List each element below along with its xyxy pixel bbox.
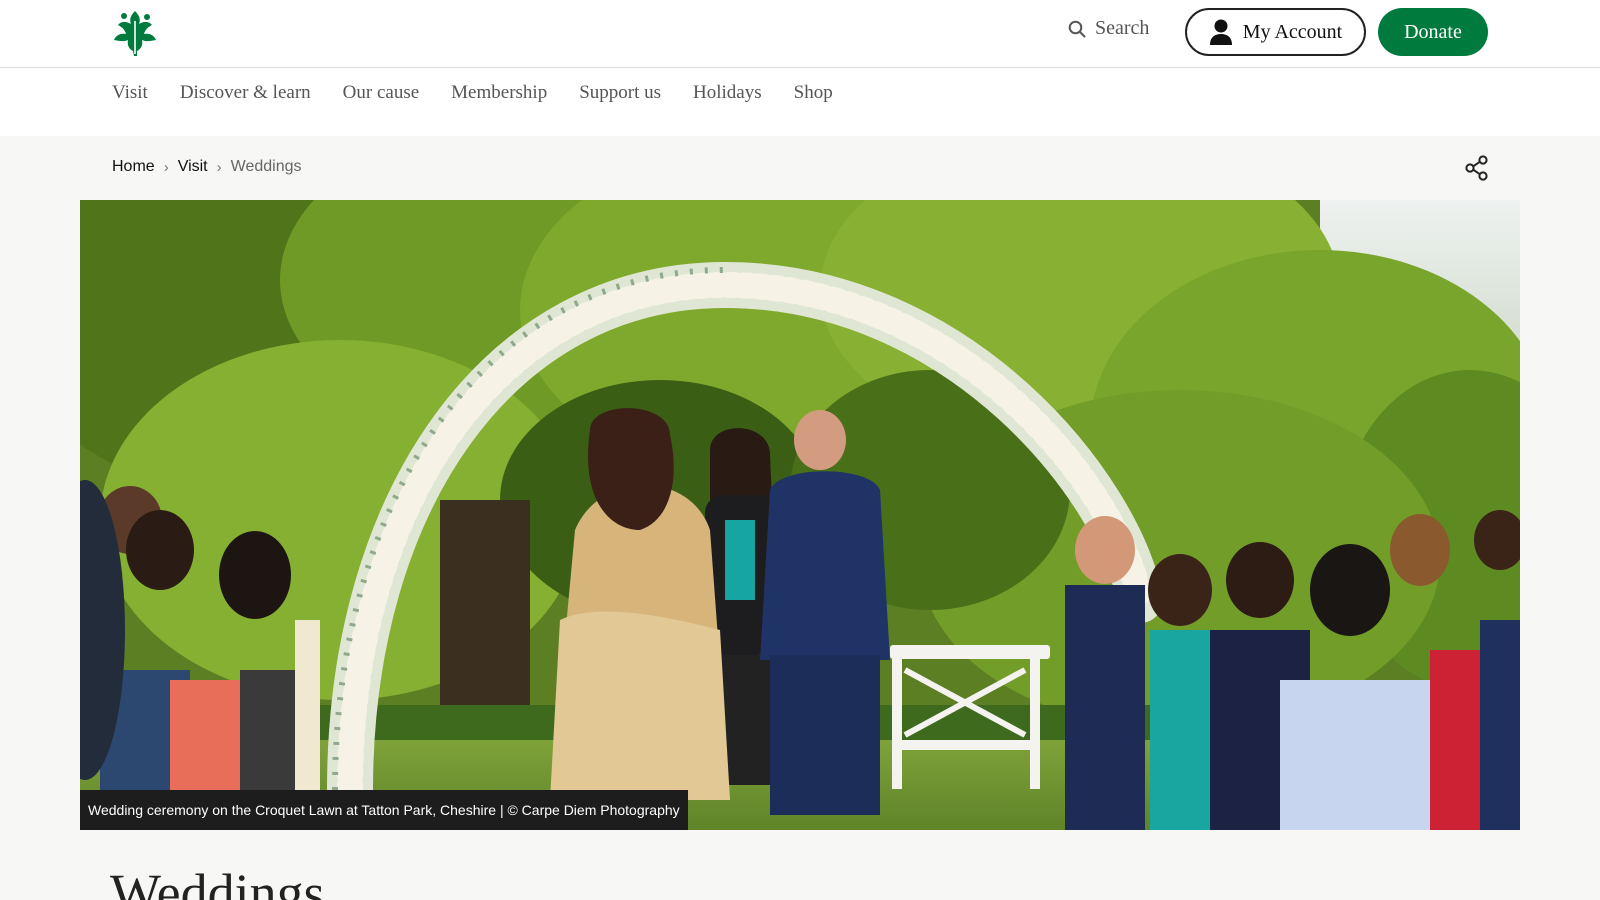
main-navigation: Visit Discover & learn Our cause Members… <box>0 68 1600 136</box>
nav-list: Visit Discover & learn Our cause Members… <box>112 82 833 104</box>
nav-item-membership[interactable]: Membership <box>451 82 547 104</box>
chevron-right-icon: › <box>163 158 169 176</box>
oak-leaf-logo[interactable] <box>110 7 160 57</box>
search-label: Search <box>1095 17 1150 39</box>
nav-item-our-cause[interactable]: Our cause <box>343 82 420 104</box>
breadcrumb-home[interactable]: Home <box>112 158 155 176</box>
my-account-label: My Account <box>1242 20 1343 43</box>
nav-item-discover-learn[interactable]: Discover & learn <box>180 82 311 104</box>
search-button[interactable]: Search <box>1068 17 1149 40</box>
wedding-ceremony-illustration <box>80 200 1520 830</box>
chevron-right-icon: › <box>216 158 222 176</box>
breadcrumb: Home › Visit › Weddings <box>112 158 301 176</box>
account-icon <box>1209 19 1232 45</box>
page-title: Weddings <box>110 863 325 900</box>
nav-item-visit[interactable]: Visit <box>112 82 148 104</box>
site-header: Search My Account Donate <box>0 0 1600 68</box>
breadcrumb-visit[interactable]: Visit <box>178 158 208 176</box>
nav-item-holidays[interactable]: Holidays <box>693 82 762 104</box>
nav-item-support-us[interactable]: Support us <box>579 82 661 104</box>
my-account-button[interactable]: My Account <box>1185 8 1366 56</box>
donate-button[interactable]: Donate <box>1378 8 1488 56</box>
share-icon[interactable] <box>1464 155 1490 181</box>
breadcrumb-current: Weddings <box>230 158 302 175</box>
donate-label: Donate <box>1404 20 1462 43</box>
search-icon <box>1068 20 1086 37</box>
hero-image <box>80 200 1520 830</box>
hero-caption: Wedding ceremony on the Croquet Lawn at … <box>80 790 688 830</box>
nav-item-shop[interactable]: Shop <box>794 82 833 104</box>
